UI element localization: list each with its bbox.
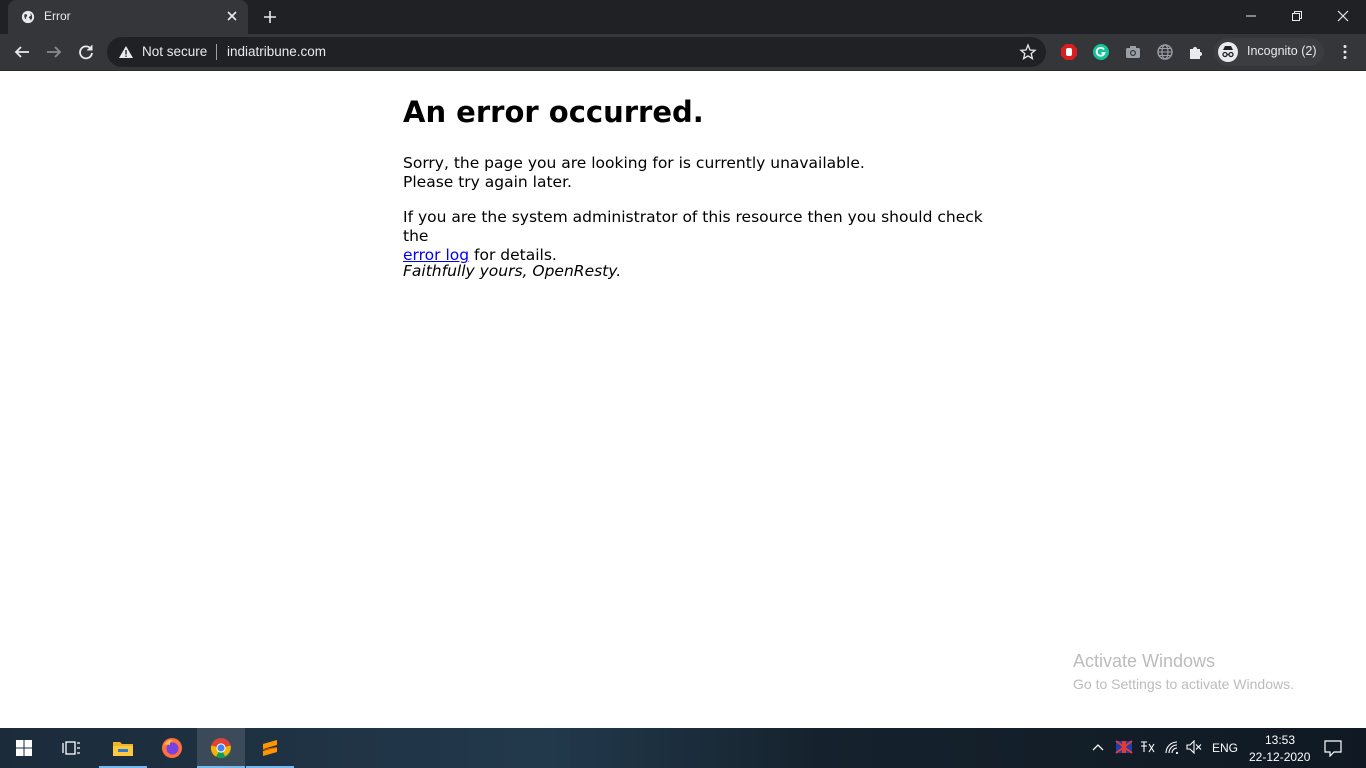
wifi-icon[interactable] — [1164, 740, 1180, 754]
grammarly-icon — [1093, 44, 1109, 60]
tab-title: Error — [44, 9, 71, 23]
back-button[interactable] — [12, 42, 32, 62]
minimize-button[interactable] — [1228, 0, 1274, 32]
divider — [216, 44, 217, 60]
hand-stop-icon — [1061, 44, 1077, 60]
flag-tray-icon[interactable] — [1115, 739, 1133, 755]
incognito-profile-button[interactable]: Incognito (2) — [1214, 38, 1324, 66]
clock-time: 13:53 — [1265, 733, 1296, 747]
back-arrow-icon — [14, 46, 29, 58]
bookmark-star-icon[interactable] — [1019, 43, 1037, 61]
extension-camera-button[interactable] — [1123, 42, 1143, 62]
close-icon — [1337, 10, 1349, 22]
new-tab-icon[interactable] — [261, 8, 279, 26]
forward-button[interactable] — [44, 42, 64, 62]
puzzle-icon — [1190, 47, 1202, 59]
extension-stop-button[interactable] — [1059, 42, 1079, 62]
task-view-icon — [62, 741, 80, 755]
language-indicator[interactable]: ENG — [1212, 741, 1238, 755]
windows-start-icon — [16, 740, 32, 756]
keyboard-input-icon[interactable] — [1139, 740, 1155, 754]
start-button[interactable] — [0, 728, 48, 768]
firefox-icon — [162, 738, 182, 758]
unavailable-line1: Sorry, the page you are looking for is c… — [403, 154, 865, 172]
chrome-icon — [210, 738, 232, 759]
extension-globe-button[interactable] — [1155, 42, 1175, 62]
volume-muted-icon[interactable] — [1186, 740, 1202, 754]
error-heading: An error occurred. — [403, 95, 704, 129]
close-tab-icon[interactable] — [224, 8, 240, 24]
signature: Faithfully yours, OpenResty. — [403, 262, 622, 280]
chrome-button[interactable] — [197, 728, 245, 768]
activate-windows-title: Activate Windows — [1073, 651, 1216, 671]
firefox-button[interactable] — [148, 728, 196, 768]
camera-icon — [1126, 46, 1140, 58]
security-status[interactable]: Not secure — [142, 44, 207, 59]
sublime-text-icon — [263, 740, 277, 756]
task-view-button[interactable] — [48, 728, 96, 768]
browser-toolbar: Not secure indiatribune.com Incognito (2… — [0, 34, 1366, 71]
reload-button[interactable] — [76, 42, 96, 62]
restore-icon — [1292, 11, 1302, 21]
profile-label: Incognito (2) — [1247, 44, 1317, 58]
unavailable-line2: Please try again later. — [403, 173, 572, 191]
kebab-menu-icon — [1343, 45, 1347, 59]
clock-date: 22-12-2020 — [1249, 750, 1311, 764]
unavailable-message: Sorry, the page you are looking for is c… — [403, 154, 865, 192]
globe-icon — [21, 10, 35, 24]
notification-icon[interactable] — [1323, 739, 1343, 757]
menu-button[interactable] — [1335, 42, 1355, 62]
file-explorer-icon — [113, 742, 133, 756]
close-window-button[interactable] — [1320, 0, 1366, 32]
chevron-up-icon[interactable] — [1092, 742, 1104, 752]
taskbar: ENG 13:53 22-12-2020 — [0, 728, 1366, 768]
clock[interactable]: 13:53 22-12-2020 — [1245, 731, 1311, 767]
globe-icon — [1157, 44, 1173, 60]
admin-message: If you are the system administrator of t… — [403, 208, 1003, 265]
extension-grammarly-button[interactable] — [1091, 42, 1111, 62]
warning-icon — [119, 46, 133, 58]
reload-icon — [79, 45, 93, 60]
activate-windows-subtitle: Go to Settings to activate Windows. — [1073, 676, 1294, 692]
admin-text: If you are the system administrator of t… — [403, 208, 983, 245]
minimize-icon — [1246, 15, 1256, 17]
url-text[interactable]: indiatribune.com — [227, 44, 326, 59]
tab-error[interactable]: Error — [8, 0, 248, 34]
address-bar[interactable]: Not secure indiatribune.com — [107, 37, 1046, 67]
tab-strip: Error — [0, 0, 1366, 34]
sublime-text-button[interactable] — [246, 728, 294, 768]
incognito-icon — [1218, 42, 1238, 62]
extensions-button[interactable] — [1186, 42, 1206, 62]
file-explorer-button[interactable] — [99, 728, 147, 768]
forward-arrow-icon — [47, 46, 62, 58]
page-content: An error occurred. Sorry, the page you a… — [403, 92, 1003, 280]
restore-button[interactable] — [1274, 0, 1320, 32]
